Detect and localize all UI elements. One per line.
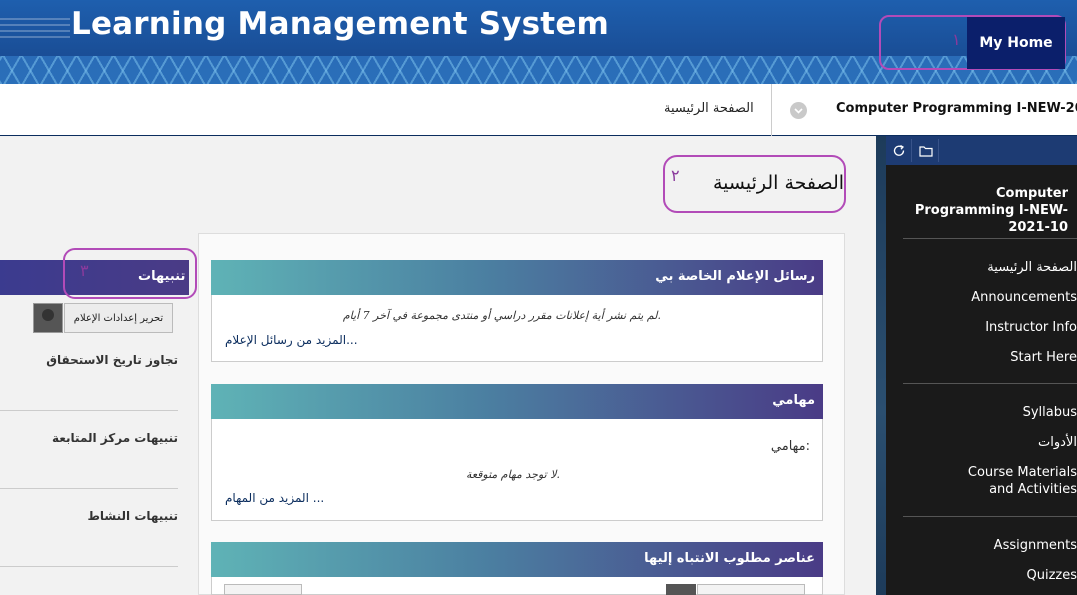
my-home-button[interactable]: My Home [967,17,1065,69]
divider [903,516,1077,517]
module-title: مهامي [772,393,815,408]
module-body-tasks: مهامي: لا توجد مهام متوقعة. المزيد من ال… [211,419,823,521]
tasks-label: مهامي: [770,439,810,454]
course-menu-item-announcements[interactable]: Announcements [971,289,1077,306]
course-menu-item-assignments[interactable]: Assignments [994,537,1077,554]
empty-message: لم يتم نشر أية إعلانات مقرر دراسي أو منت… [342,309,661,322]
breadcrumb-home[interactable]: الصفحة الرئيسية [664,101,754,116]
chevron-down-icon[interactable] [790,102,807,119]
alert-item-activity[interactable]: تنبيهات النشاط [0,509,178,523]
module-title: عناصر مطلوب الانتباه إليها [644,551,815,566]
site-title: Learning Management System [71,6,610,42]
avatar [666,584,696,595]
annotation-number-3: ٣ [80,261,89,280]
edit-notification-settings-button[interactable]: تحرير إعدادات الإعلام [64,303,173,333]
course-menu-title[interactable]: Computer Programming I-NEW-2021-10 [896,185,1068,236]
alerts-title: تنبيهات [138,269,186,284]
header-stripes [0,14,70,38]
divider [903,238,1077,239]
breadcrumb-course[interactable]: Computer Programming I-NEW-2021-10 [836,101,1077,116]
annotation-number-2: ٢ [671,166,680,185]
module-title: رسائل الإعلام الخاصة بي [655,269,815,284]
course-menu-toolbar [886,136,1077,165]
divider [903,383,1077,384]
course-menu-item-home[interactable]: الصفحة الرئيسية [987,259,1077,276]
divider [0,410,178,411]
avatar [33,303,63,333]
more-tasks-link[interactable]: المزيد من المهام ... [225,491,324,505]
module-header-attention[interactable]: عناصر مطلوب الانتباه إليها [211,542,823,577]
annotation-number-1: ١ [952,30,961,49]
course-menu-item-course-materials[interactable]: Course Materials and Activities [947,464,1077,498]
page-title: الصفحة الرئيسية [713,172,845,194]
more-notifications-link[interactable]: المزيد من رسائل الإعلام... [225,333,358,347]
course-menu-item-quizzes[interactable]: Quizzes [1026,567,1077,584]
course-menu-item-instructor-info[interactable]: Instructor Info [985,319,1077,336]
module-header-tasks[interactable]: مهامي [211,384,823,419]
module-body-notifications: لم يتم نشر أية إعلانات مقرر دراسي أو منت… [211,295,823,362]
refresh-icon[interactable] [886,139,912,162]
folder-icon[interactable] [913,139,939,162]
breadcrumb-separator [771,84,772,136]
alert-item-overdue[interactable]: تجاوز تاريخ الاستحقاق [0,353,178,367]
breadcrumb: Computer Programming I-NEW-2021-10 الصفح… [0,84,1077,136]
divider [0,566,178,567]
course-menu-item-syllabus[interactable]: Syllabus [1023,404,1077,421]
alert-item-retention[interactable]: تنبيهات مركز المتابعة [0,431,178,445]
module-header-notifications[interactable]: رسائل الإعلام الخاصة بي [211,260,823,295]
divider [0,488,178,489]
empty-message: لا توجد مهام متوقعة. [465,468,560,481]
course-menu-item-start-here[interactable]: Start Here [1010,349,1077,366]
course-menu: Computer Programming I-NEW-2021-10 الصفح… [876,136,1077,595]
sidebar-strip [876,136,886,595]
attention-filter-button[interactable] [224,584,302,595]
course-menu-item-tools[interactable]: الأدوات [1038,434,1077,451]
attention-settings-button[interactable] [697,584,805,595]
